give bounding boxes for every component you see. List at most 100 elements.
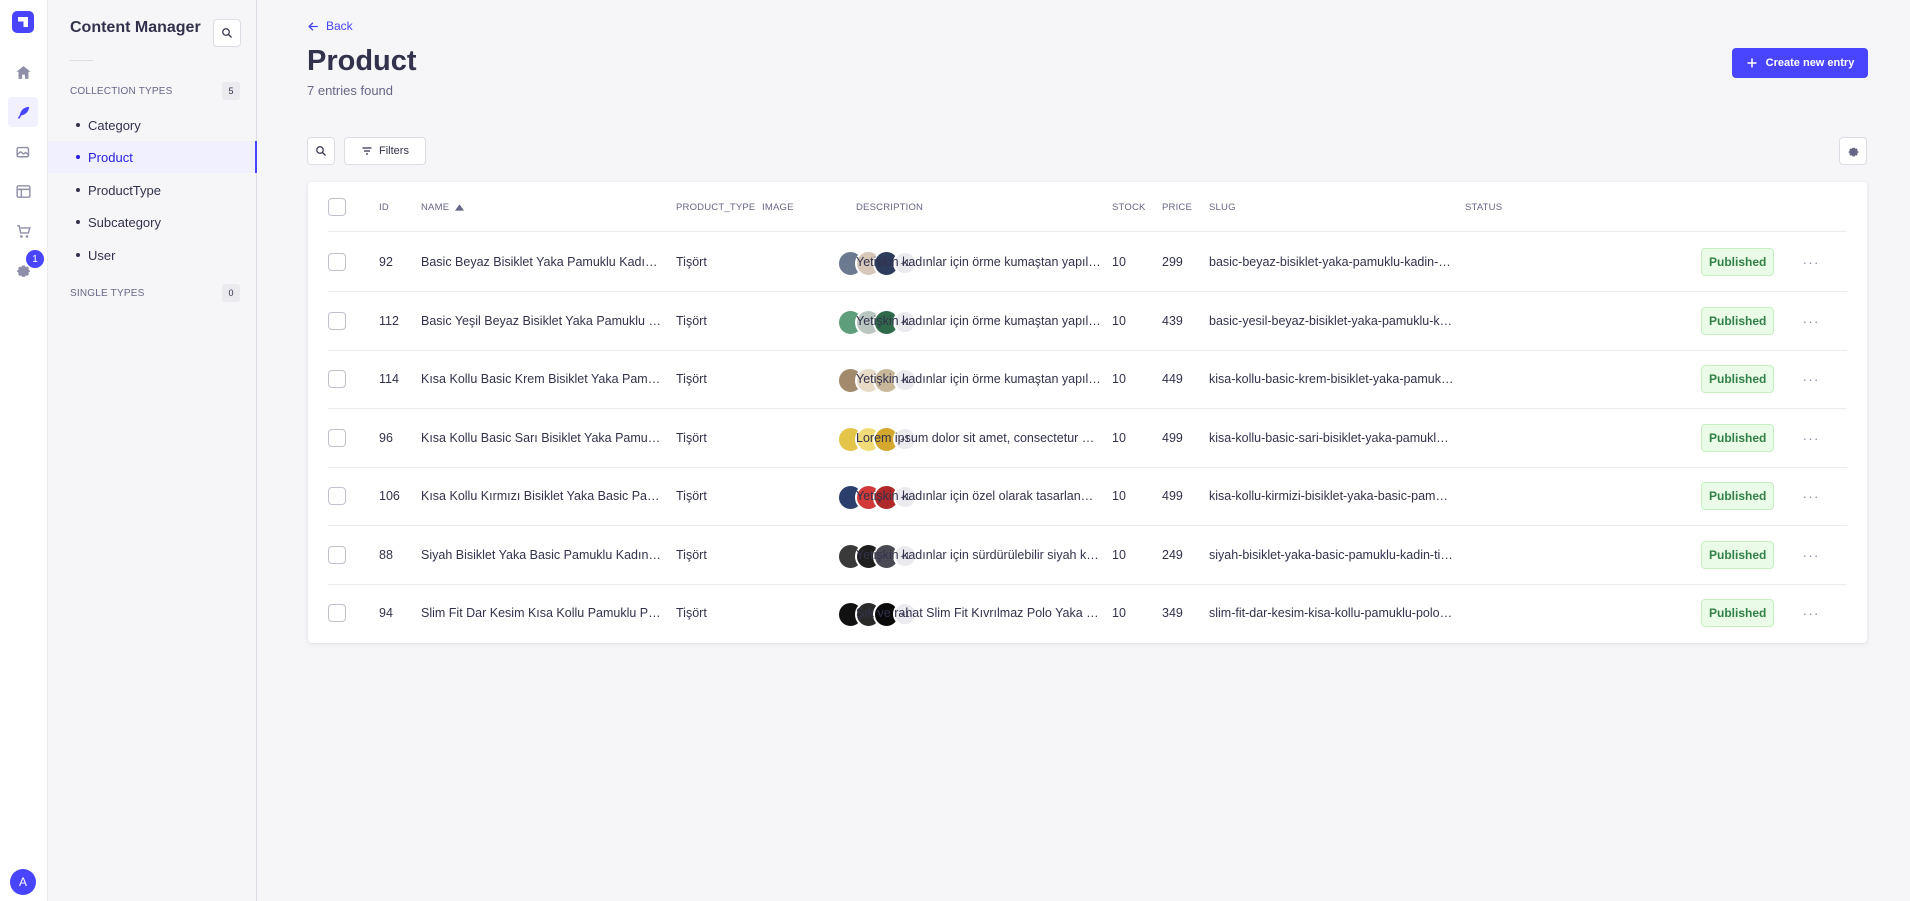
subnav-item-producttype[interactable]: ProductType <box>48 174 257 206</box>
cell-slug: kisa-kollu-basic-krem-bisiklet-yaka-pamu… <box>1209 372 1454 386</box>
table-row[interactable]: 114 Kısa Kollu Basic Krem Bisiklet Yaka P… <box>328 350 1847 409</box>
cell-stock: 10 <box>1112 548 1126 562</box>
single-types-label: SINGLE TYPES <box>70 287 145 299</box>
cell-description: Şık ve rahat Slim Fit Kıvrılmaz Polo Yak… <box>856 606 1101 620</box>
cell-price: 249 <box>1162 548 1183 562</box>
row-checkbox[interactable] <box>328 487 346 505</box>
column-header-status[interactable]: STATUS <box>1465 202 1502 213</box>
cell-slug: siyah-bisiklet-yaka-basic-pamuklu-kadin-… <box>1209 548 1454 562</box>
bullet-icon <box>76 220 80 224</box>
filters-label: Filters <box>379 145 409 157</box>
entries-table: ID NAME PRODUCT_TYPE IMAGE DESCRIPTION S… <box>308 182 1867 643</box>
cell-name: Kısa Kollu Basic Sarı Bisiklet Yaka Pamu… <box>421 431 661 445</box>
column-header-id[interactable]: ID <box>379 202 389 213</box>
main-nav-rail: 1 A <box>0 0 48 901</box>
cell-description: Lorem ipsum dolor sit amet, consectetur … <box>856 431 1101 445</box>
status-badge: Published <box>1701 307 1775 335</box>
row-actions-more-icon[interactable]: ··· <box>1798 483 1824 509</box>
status-badge: Published <box>1701 482 1775 510</box>
cell-price: 299 <box>1162 255 1183 269</box>
row-actions-more-icon[interactable]: ··· <box>1798 600 1824 626</box>
content-manager-subnav: Content Manager COLLECTION TYPES 5 Categ… <box>48 0 257 901</box>
strapi-logo-icon[interactable] <box>12 11 34 33</box>
main-content: Back Product 7 entries found Create new … <box>257 0 1910 901</box>
subnav-item-subcategory[interactable]: Subcategory <box>48 206 257 238</box>
cell-id: 92 <box>379 255 393 269</box>
cell-id: 114 <box>379 372 399 386</box>
column-header-stock[interactable]: STOCK <box>1112 202 1146 213</box>
cell-product-type: Tişört <box>676 548 707 562</box>
cell-slug: kisa-kollu-kirmizi-bisiklet-yaka-basic-p… <box>1209 489 1454 503</box>
back-label: Back <box>326 19 353 33</box>
back-link[interactable]: Back <box>307 19 353 33</box>
row-actions-more-icon[interactable]: ··· <box>1798 366 1824 392</box>
collection-types-header[interactable]: COLLECTION TYPES 5 <box>70 82 240 100</box>
gear-icon <box>1848 147 1858 156</box>
row-checkbox[interactable] <box>328 312 346 330</box>
cell-description: Yetişkin kadınlar için örme kumaştan yap… <box>856 255 1101 269</box>
cell-name: Kısa Kollu Basic Krem Bisiklet Yaka Pamu… <box>421 372 661 386</box>
images-icon[interactable] <box>8 137 38 167</box>
table-search-button[interactable] <box>307 137 335 165</box>
row-checkbox[interactable] <box>328 253 346 271</box>
row-checkbox[interactable] <box>328 604 346 622</box>
cell-name: Slim Fit Dar Kesim Kısa Kollu Pamuklu Po… <box>421 606 661 620</box>
table-row[interactable]: 92 Basic Beyaz Bisiklet Yaka Pamuklu Kadı… <box>328 233 1847 292</box>
cell-slug: kisa-kollu-basic-sari-bisiklet-yaka-pamu… <box>1209 431 1454 445</box>
table-row[interactable]: 112 Basic Yeşil Beyaz Bisiklet Yaka Pamuk… <box>328 292 1847 351</box>
column-header-image[interactable]: IMAGE <box>762 202 794 213</box>
table-row[interactable]: 96 Kısa Kollu Basic Sarı Bisiklet Yaka Pa… <box>328 409 1847 468</box>
create-new-entry-button[interactable]: Create new entry <box>1732 48 1868 78</box>
plus-icon <box>1747 58 1757 68</box>
column-header-product-type[interactable]: PRODUCT_TYPE <box>676 202 755 213</box>
home-icon[interactable] <box>8 57 38 87</box>
subnav-item-product[interactable]: Product <box>48 141 257 173</box>
cell-description: Yetişkin kadınlar için örme kumaştan yap… <box>856 314 1101 328</box>
table-row[interactable]: 88 Siyah Bisiklet Yaka Basic Pamuklu Kadı… <box>328 526 1847 585</box>
arrow-left-icon <box>308 21 318 31</box>
layout-icon[interactable] <box>8 176 38 206</box>
subnav-search-button[interactable] <box>213 19 241 47</box>
status-badge: Published <box>1701 599 1775 627</box>
subnav-item-category[interactable]: Category <box>48 109 257 141</box>
collection-types-label: COLLECTION TYPES <box>70 85 173 97</box>
column-header-slug[interactable]: SLUG <box>1209 202 1236 213</box>
create-button-label: Create new entry <box>1765 57 1855 69</box>
cell-product-type: Tişört <box>676 489 707 503</box>
row-actions-more-icon[interactable]: ··· <box>1798 249 1824 275</box>
feather-icon[interactable] <box>8 97 38 127</box>
row-actions-more-icon[interactable]: ··· <box>1798 542 1824 568</box>
column-header-name[interactable]: NAME <box>421 202 465 213</box>
cell-product-type: Tişört <box>676 606 707 620</box>
cell-name: Kısa Kollu Kırmızı Bisiklet Yaka Basic P… <box>421 489 661 503</box>
user-avatar[interactable]: A <box>10 869 36 895</box>
filters-button[interactable]: Filters <box>344 137 426 165</box>
subnav-title: Content Manager <box>70 19 201 36</box>
cell-slug: basic-beyaz-bisiklet-yaka-pamuklu-kadin-… <box>1209 255 1454 269</box>
table-settings-button[interactable] <box>1839 137 1867 165</box>
row-actions-more-icon[interactable]: ··· <box>1798 308 1824 334</box>
row-actions-more-icon[interactable]: ··· <box>1798 425 1824 451</box>
table-row[interactable]: 106 Kısa Kollu Kırmızı Bisiklet Yaka Basi… <box>328 467 1847 526</box>
subnav-item-user[interactable]: User <box>48 239 257 271</box>
subnav-item-label: Product <box>88 149 133 165</box>
collection-types-count: 5 <box>222 82 240 100</box>
column-header-description[interactable]: DESCRIPTION <box>856 202 923 213</box>
column-header-price[interactable]: PRICE <box>1162 202 1192 213</box>
select-all-checkbox[interactable] <box>328 198 346 216</box>
table-row[interactable]: 94 Slim Fit Dar Kesim Kısa Kollu Pamuklu … <box>328 584 1847 643</box>
row-checkbox[interactable] <box>328 429 346 447</box>
status-badge: Published <box>1701 541 1775 569</box>
row-checkbox[interactable] <box>328 546 346 564</box>
cell-name: Basic Yeşil Beyaz Bisiklet Yaka Pamuklu … <box>421 314 661 328</box>
search-icon <box>316 146 326 156</box>
cell-id: 96 <box>379 431 393 445</box>
cell-stock: 10 <box>1112 606 1126 620</box>
cell-stock: 10 <box>1112 431 1126 445</box>
cart-icon[interactable] <box>8 216 38 246</box>
subnav-item-label: Subcategory <box>88 214 161 230</box>
cell-product-type: Tişört <box>676 314 707 328</box>
row-checkbox[interactable] <box>328 370 346 388</box>
single-types-header[interactable]: SINGLE TYPES 0 <box>70 284 240 302</box>
cell-description: Yetişkin kadınlar için sürdürülebilir si… <box>856 548 1101 562</box>
